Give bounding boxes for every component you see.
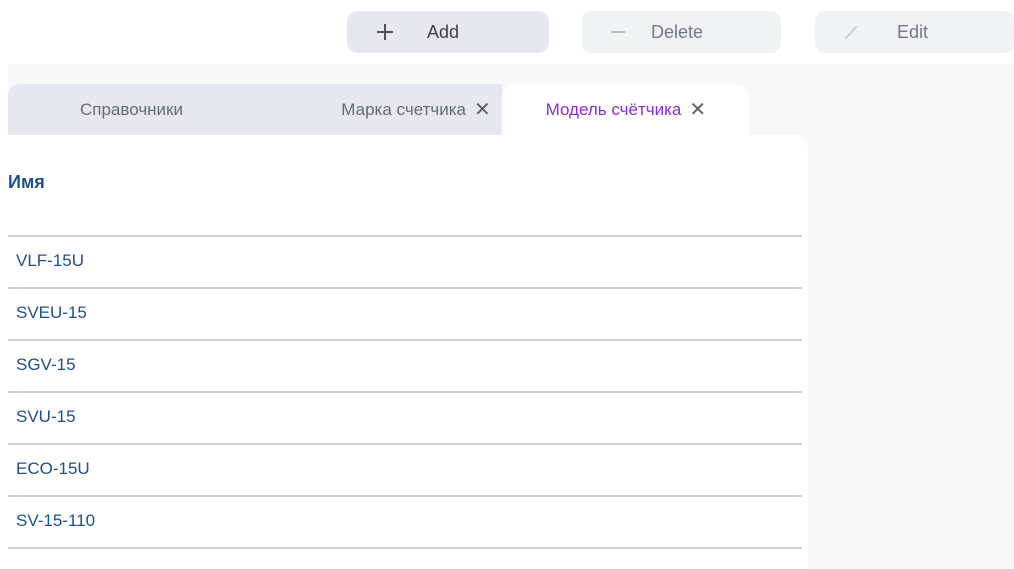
pencil-icon	[840, 21, 862, 43]
table-row[interactable]: VLF-15U	[8, 237, 802, 289]
add-button[interactable]: Add	[347, 11, 549, 53]
row-name-cell: SGV-15	[16, 355, 76, 374]
close-icon[interactable]: ✕	[689, 100, 706, 120]
table-row[interactable]: SV-15-110	[8, 497, 802, 549]
tab-meter-model[interactable]: Модель счётчика ✕	[502, 84, 749, 135]
tab-label: Марка счетчика	[341, 99, 466, 119]
edit-button[interactable]: Edit	[815, 11, 1014, 53]
row-name-cell: VLF-15U	[16, 251, 85, 270]
tab-strip: Справочники Марка счетчика ✕ Модель счёт…	[8, 84, 808, 135]
row-name-cell: SV-15-110	[16, 511, 96, 530]
table-row[interactable]: SVU-15	[8, 393, 802, 445]
add-button-label: Add	[427, 21, 460, 42]
row-name-cell: ECO-15U	[16, 459, 90, 478]
table-row[interactable]: SVEU-15	[8, 289, 802, 341]
close-icon[interactable]: ✕	[474, 100, 491, 120]
row-divider	[8, 547, 802, 549]
delete-button-label: Delete	[651, 21, 704, 42]
row-name-cell: SVEU-15	[16, 303, 87, 322]
table-row[interactable]: ECO-15U	[8, 445, 802, 497]
minus-icon	[607, 21, 629, 43]
table-row[interactable]: SGV-15	[8, 341, 802, 393]
plus-icon	[374, 21, 396, 43]
edit-button-label: Edit	[897, 21, 929, 42]
delete-button[interactable]: Delete	[582, 11, 781, 53]
tab-meter-brand[interactable]: Марка счетчика ✕	[255, 84, 502, 135]
tab-label: Модель счётчика	[545, 99, 682, 119]
toolbar: Add Delete Edit	[0, 0, 1014, 64]
column-header-name[interactable]: Имя	[8, 172, 45, 193]
row-name-cell: SVU-15	[16, 407, 76, 426]
tab-label: Справочники	[80, 99, 183, 119]
tab-directories[interactable]: Справочники	[8, 84, 255, 135]
